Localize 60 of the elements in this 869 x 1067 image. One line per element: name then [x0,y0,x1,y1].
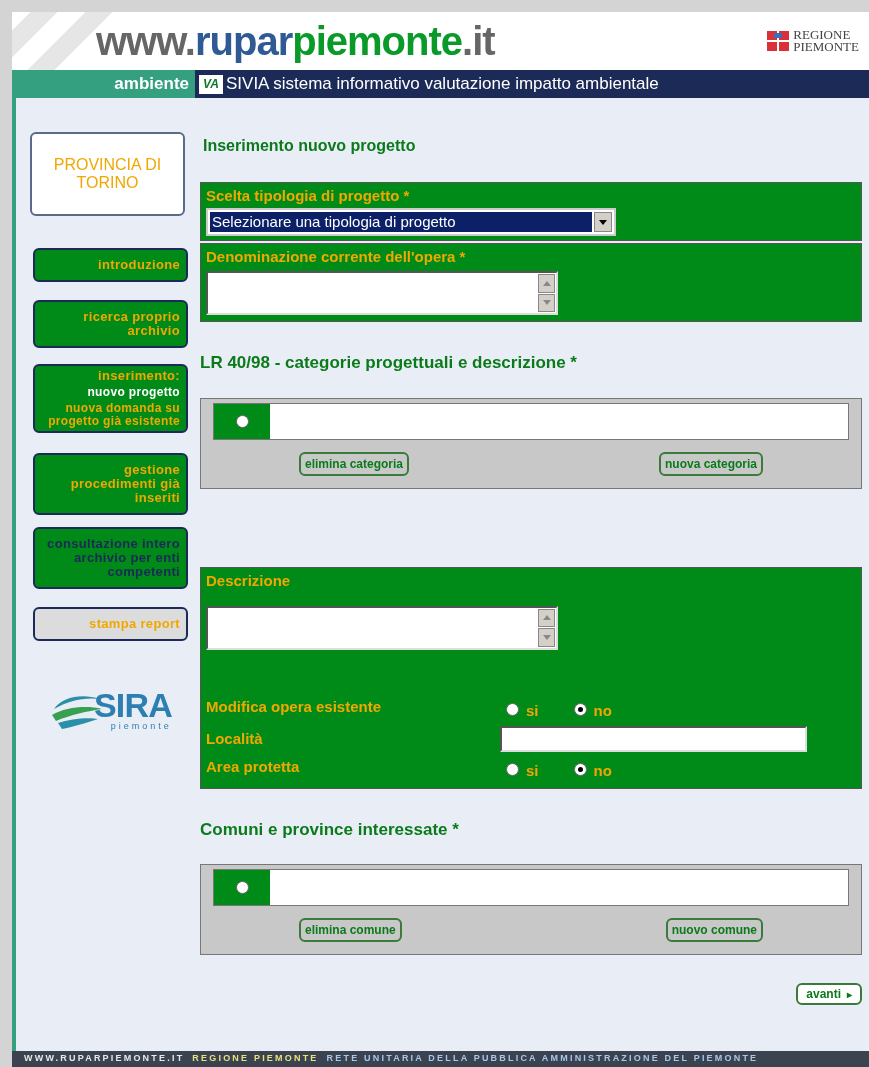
sidebar-label: ricerca proprio archivio [82,308,180,340]
next-button[interactable]: avanti ▸ [796,983,862,1005]
button[interactable]: elimina comune [299,918,402,942]
text-field[interactable] [500,725,807,752]
sira-logo-subtext: piemonte [110,721,172,731]
page-title: Inserimento nuovo progetto [203,136,417,156]
footer-text: RETE UNITARIA DELLA PUBBLICA AMMINISTRAZIONE DEL PIEMONTE [326,1052,759,1066]
organization-name: PROVINCIA DI TORINO [30,132,185,216]
site-logo: www.ruparpiemonte.it [96,21,495,61]
sidebar-subitem[interactable]: nuova domanda su progetto già esistente [41,402,180,428]
option-label: si [526,761,539,780]
field-label: Località [206,729,264,748]
region-logo-text: REGIONE [793,29,852,41]
sira-logo-text: SIRA [94,689,172,721]
field-label: Area protetta [206,757,301,776]
radio-button[interactable] [235,881,249,894]
flag-icon [767,31,790,51]
radio-button[interactable] [506,703,519,716]
sidebar-heading: inserimento: [98,369,180,383]
field-label: Scelta tipologia di progetto * [206,187,411,205]
option-label: no [593,701,612,720]
sidebar-label: stampa report [89,615,180,633]
option-label: si [526,701,539,720]
app-title: SIVIA sistema informativo valutazione impatto ambientale [226,73,659,96]
scroll-down-icon [542,300,551,306]
radio-button[interactable] [573,763,587,776]
arrow-icon: ▸ [847,986,852,1002]
caret-icon [599,219,607,225]
footer-text: WWW.RUPARPIEMONTE.IT [24,1052,185,1066]
option-label: no [593,761,612,780]
scroll-up-icon [542,280,551,286]
sidebar-label: introduzione [98,256,180,274]
sidebar-label: gestione procedimenti già inseriti [69,461,180,507]
section-heading: Comuni e province interessate * [200,818,460,841]
text-area[interactable] [206,605,558,650]
select-field[interactable]: Selezionare una tipologia di progetto [206,208,616,236]
sidebar-item[interactable]: introduzione [33,248,188,282]
select-value: Selezionare una tipologia di progetto [210,212,592,232]
scroll-up-icon [542,615,551,621]
field-label: Descrizione [206,571,292,590]
button[interactable]: elimina categoria [299,451,410,476]
section-heading: LR 40/98 - categorie progettuali e descrizione * [200,352,578,374]
button[interactable]: nuovo comune [665,918,763,942]
field-label: Denominazione corrente dell'opera * [206,248,467,266]
section-label: ambiente [12,70,195,98]
text-area[interactable] [206,271,558,315]
app-badge: VA [199,74,223,94]
sidebar-subitem[interactable]: nuovo progetto [87,386,180,399]
button[interactable]: nuova categoria [658,451,763,476]
radio-button[interactable] [235,414,249,428]
region-logo-text: PIEMONTE [793,41,859,53]
footer-text: REGIONE PIEMONTE [192,1052,319,1066]
radio-button[interactable] [573,703,587,716]
sidebar-item[interactable]: gestione procedimenti già inseriti [33,453,188,515]
scroll-down-icon [542,634,551,640]
sidebar-item[interactable]: inserimento: nuovo progetto nuova domanda su progetto già esistente [33,364,188,433]
radio-button[interactable] [506,763,519,776]
field-label: Modifica opera esistente [206,697,383,716]
sidebar-label: consultazione intero archivio per enti competenti [46,535,180,581]
sidebar-item[interactable]: ricerca proprio archivio [33,300,188,348]
